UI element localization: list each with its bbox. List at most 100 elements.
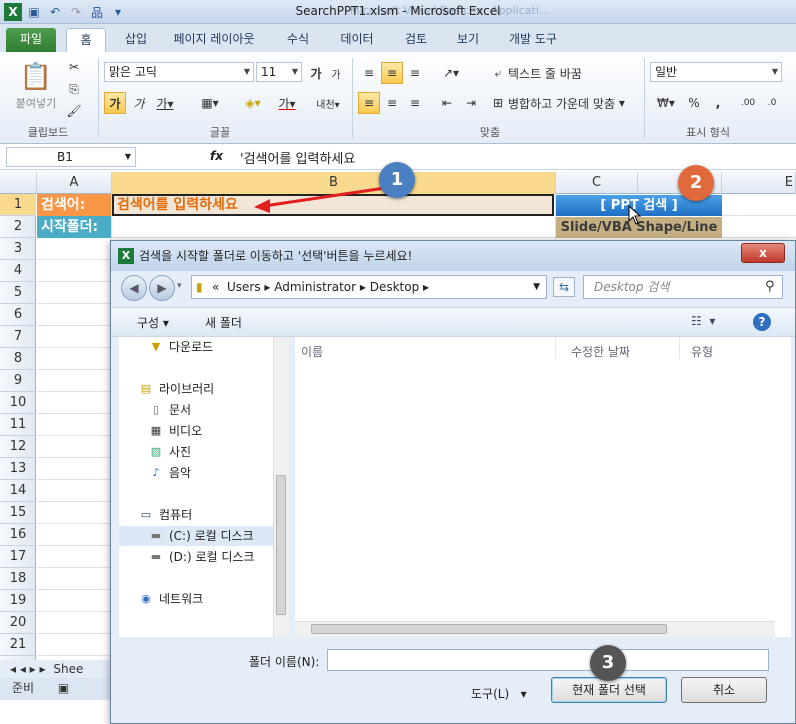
row-header[interactable]: 8 <box>0 348 36 370</box>
nav-item-documents[interactable]: ▯ 문서 <box>149 400 191 420</box>
row-header[interactable]: 17 <box>0 546 36 568</box>
nav-item-pictures[interactable]: ▨ 사진 <box>149 442 191 462</box>
row-header[interactable]: 1 <box>0 194 36 216</box>
navigation-scrollbar[interactable] <box>273 337 289 637</box>
search-input[interactable]: Desktop 검색 <box>583 275 783 299</box>
italic-icon[interactable]: 가 <box>128 92 150 114</box>
bold-icon[interactable]: 가 <box>104 92 126 114</box>
sheet-nav-icons[interactable]: ◂ ◂ ▸ ▸ <box>10 662 46 676</box>
column-header-a[interactable]: A <box>37 172 112 194</box>
decrease-decimal-icon[interactable]: .0 <box>762 92 782 114</box>
row-header[interactable]: 16 <box>0 524 36 546</box>
align-left-icon[interactable]: ≡ <box>358 92 380 114</box>
align-top-icon[interactable]: ≡ <box>358 62 380 84</box>
align-center-icon[interactable]: ≡ <box>381 92 403 114</box>
font-color-icon[interactable]: 가▾ <box>272 92 302 114</box>
cell-a1[interactable]: 검색어: <box>37 194 111 216</box>
row-header[interactable]: 21 <box>0 634 36 656</box>
nav-item-drive-c[interactable]: ▬ (C:) 로컬 디스크 <box>119 526 273 546</box>
paste-button[interactable]: 붙여넣기 <box>6 92 66 114</box>
nav-item-computer[interactable]: ▭ 컴퓨터 <box>139 505 192 525</box>
row-header[interactable]: 18 <box>0 568 36 590</box>
formula-content[interactable]: '검색어를 입력하세요 <box>240 148 355 167</box>
file-list[interactable]: 이름 수정한 날짜 유형 <box>295 337 791 637</box>
back-button[interactable]: ◀ <box>121 275 147 301</box>
column-header-name[interactable]: 이름 <box>301 343 323 360</box>
folder-name-input[interactable] <box>327 649 769 671</box>
row-header[interactable]: 7 <box>0 326 36 348</box>
cell-a2[interactable]: 시작폴더: <box>37 216 111 238</box>
nav-item-libraries[interactable]: ▤ 라이브러리 <box>139 379 214 399</box>
scrollbar-thumb[interactable] <box>276 475 286 615</box>
breadcrumb-administrator[interactable]: Administrator <box>274 280 356 294</box>
row-header[interactable]: 3 <box>0 238 36 260</box>
tools-button[interactable]: 도구(L) ▾ <box>471 685 527 702</box>
increase-indent-icon[interactable]: ⇥ <box>460 92 482 114</box>
grow-font-icon[interactable]: 가 <box>306 62 326 84</box>
format-painter-icon[interactable]: 🖌 <box>64 100 84 122</box>
align-middle-icon[interactable]: ≡ <box>381 62 403 84</box>
font-name-dropdown[interactable]: 맑은 고딕 ▼ <box>104 62 254 82</box>
tab-insert[interactable]: 삽입 <box>116 28 156 52</box>
row-header[interactable]: 14 <box>0 480 36 502</box>
shrink-font-icon[interactable]: 가 <box>326 62 346 84</box>
align-right-icon[interactable]: ≡ <box>404 92 426 114</box>
horizontal-scrollbar[interactable] <box>295 621 775 637</box>
row-header[interactable]: 2 <box>0 216 36 238</box>
fill-color-icon[interactable]: ◈▾ <box>238 92 268 114</box>
copy-icon[interactable]: ⎘ <box>64 78 84 100</box>
wrap-text-button[interactable]: 텍스트 줄 바꿈 <box>508 62 598 84</box>
macro-record-icon[interactable]: ▣ <box>58 681 69 695</box>
row-header[interactable]: 20 <box>0 612 36 634</box>
close-button[interactable]: x <box>741 243 785 263</box>
column-header-modified[interactable]: 수정한 날짜 <box>571 343 630 360</box>
chevron-down-icon[interactable]: ▾ <box>177 281 182 291</box>
nav-item-network[interactable]: ◉ 네트워크 <box>139 589 203 609</box>
font-size-dropdown[interactable]: 11 ▼ <box>256 62 302 82</box>
orientation-icon[interactable]: ↗▾ <box>436 62 466 84</box>
tab-developer[interactable]: 개발 도구 <box>500 28 566 52</box>
row-header[interactable]: 5 <box>0 282 36 304</box>
percent-icon[interactable]: % <box>684 92 704 114</box>
row-header[interactable]: 12 <box>0 436 36 458</box>
select-all-corner[interactable] <box>0 172 37 194</box>
merge-icon[interactable]: ⊞ <box>490 92 506 114</box>
cut-icon[interactable]: ✂ <box>64 56 84 78</box>
nav-item-drive-d[interactable]: ▬ (D:) 로컬 디스크 <box>149 547 255 567</box>
name-box[interactable]: B1 ▼ <box>6 147 136 167</box>
nav-item-videos[interactable]: ▦ 비디오 <box>149 421 202 441</box>
breadcrumb-overflow[interactable]: « <box>212 280 219 294</box>
breadcrumb-desktop[interactable]: Desktop <box>370 280 420 294</box>
tab-file[interactable]: 파일 <box>6 28 56 52</box>
search-icon[interactable]: ⚲ <box>765 279 775 294</box>
tab-formulas[interactable]: 수식 <box>276 28 320 52</box>
breadcrumb-users[interactable]: Users <box>227 280 261 294</box>
tab-view[interactable]: 보기 <box>448 28 488 52</box>
phonetic-icon[interactable]: 내천▾ <box>312 92 344 114</box>
new-folder-button[interactable]: 새 폴더 <box>205 314 242 331</box>
tab-review[interactable]: 검토 <box>396 28 436 52</box>
row-header[interactable]: 11 <box>0 414 36 436</box>
scrollbar-thumb[interactable] <box>311 624 667 634</box>
comma-icon[interactable]: , <box>708 92 728 114</box>
number-format-dropdown[interactable]: 일반 ▼ <box>650 62 782 82</box>
tab-data[interactable]: 데이터 <box>332 28 382 52</box>
insert-function-button[interactable]: fx <box>210 149 223 163</box>
address-bar[interactable]: ▮ « Users ▸ Administrator ▸ Desktop ▸ ▼ <box>191 275 547 299</box>
row-header[interactable]: 10 <box>0 392 36 414</box>
border-icon[interactable]: ▦▾ <box>196 92 224 114</box>
row-header[interactable]: 6 <box>0 304 36 326</box>
row-header[interactable]: 15 <box>0 502 36 524</box>
row-header[interactable]: 9 <box>0 370 36 392</box>
sheet-tab[interactable]: Shee <box>53 662 83 676</box>
chevron-down-icon[interactable]: ▼ <box>533 276 540 298</box>
help-icon[interactable]: ? <box>753 313 771 331</box>
organize-button[interactable]: 구성 ▾ <box>137 314 169 331</box>
increase-decimal-icon[interactable]: .00 <box>738 92 758 114</box>
tab-home[interactable]: 홈 <box>66 28 106 52</box>
nav-item-music[interactable]: ♪ 음악 <box>149 463 191 483</box>
wrap-text-icon[interactable]: ⤶ <box>490 62 506 84</box>
row-header[interactable]: 4 <box>0 260 36 282</box>
decrease-indent-icon[interactable]: ⇤ <box>436 92 458 114</box>
underline-icon[interactable]: 가▾ <box>152 92 178 114</box>
